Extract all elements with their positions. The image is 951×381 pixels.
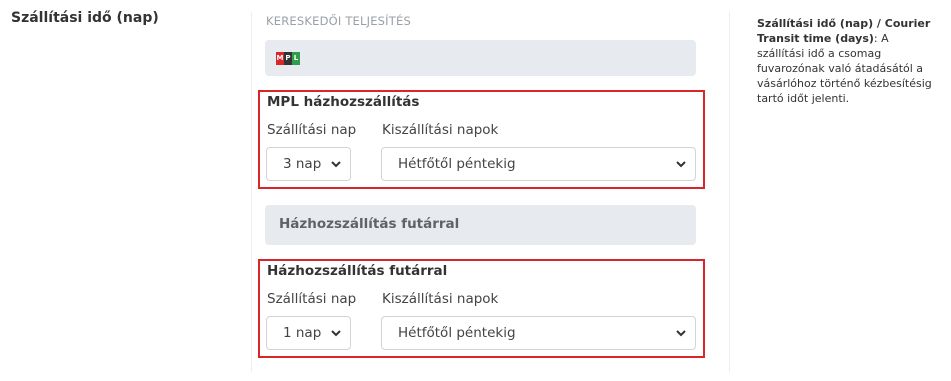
mpl-carrier-bar: M P L [265, 40, 696, 76]
help-title: Szállítási idő (nap) / Courier Transit t… [757, 17, 931, 45]
courier-delivery-title: Házhozszállítás futárral [267, 263, 448, 279]
courier-days-value: 1 nap [283, 325, 322, 341]
mpl-shipping-days-select[interactable]: Hétfőtől péntekig [381, 147, 696, 181]
mpl-delivery-title: MPL házhozszállítás [267, 94, 420, 110]
mpl-logo-letter: P [284, 52, 292, 65]
section-caption: KERESKEDŐI TELJESÍTÉS [266, 14, 411, 28]
courier-shipping-days-value: Hétfőtől péntekig [398, 325, 516, 341]
mpl-shipping-days-label: Kiszállítási napok [382, 122, 499, 138]
courier-shipping-days-select[interactable]: Hétfőtől péntekig [381, 316, 696, 350]
mpl-logo-letter: M [276, 52, 284, 65]
courier-shipping-days-label: Kiszállítási napok [382, 291, 499, 307]
courier-delivery-box: Házhozszállítás futárral Szállítási nap … [258, 259, 705, 358]
chevron-down-icon [676, 161, 686, 168]
courier-bar-title: Házhozszállítás futárral [279, 216, 460, 232]
chevron-down-icon [676, 330, 686, 337]
courier-days-select[interactable]: 1 nap [266, 316, 351, 350]
mpl-logo-letter: L [292, 52, 300, 65]
mpl-days-select[interactable]: 3 nap [266, 147, 351, 181]
help-text: Szállítási idő (nap) / Courier Transit t… [757, 16, 937, 106]
chevron-down-icon [331, 161, 341, 168]
courier-carrier-bar: Házhozszállítás futárral [265, 205, 696, 245]
chevron-down-icon [331, 330, 341, 337]
mpl-days-label: Szállítási nap [267, 122, 357, 138]
mpl-logo: M P L [276, 52, 300, 65]
field-label: Szállítási idő (nap) [11, 10, 159, 26]
mpl-delivery-box: MPL házhozszállítás Szállítási nap Kiszá… [258, 90, 705, 189]
mpl-shipping-days-value: Hétfőtől péntekig [398, 156, 516, 172]
courier-days-label: Szállítási nap [267, 291, 357, 307]
mpl-days-value: 3 nap [283, 156, 322, 172]
